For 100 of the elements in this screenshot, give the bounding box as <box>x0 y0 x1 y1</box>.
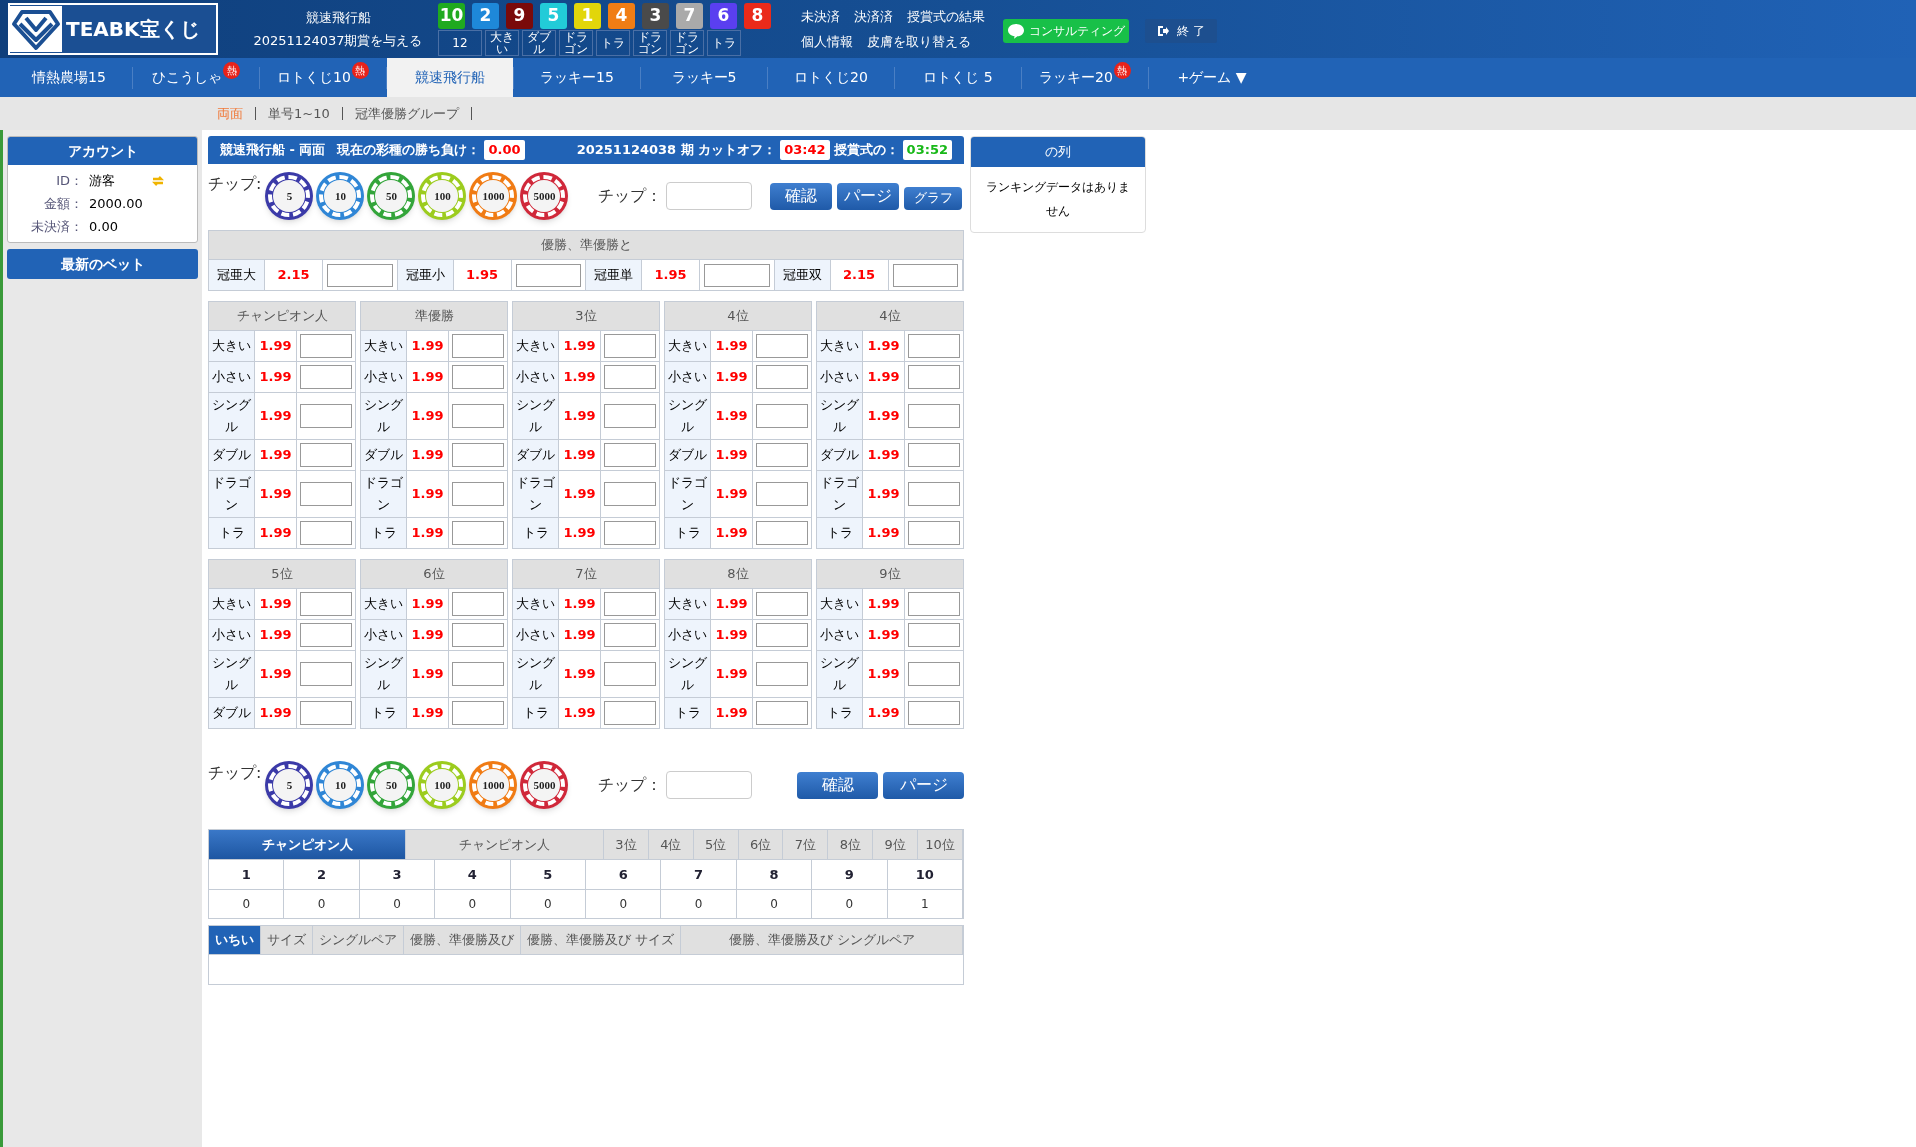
bet-amount-field[interactable] <box>908 404 960 428</box>
trend-tab[interactable]: 優勝、準優勝及び <box>404 926 521 954</box>
bet-amount-field[interactable] <box>452 623 504 647</box>
clear-button[interactable]: パージ <box>883 771 964 799</box>
trend-tab[interactable]: いちい <box>209 926 261 954</box>
stats-tab[interactable]: チャンピオン人 <box>406 830 604 859</box>
stats-tab[interactable]: 4位 <box>648 830 694 859</box>
bet-amount-field[interactable] <box>300 334 352 358</box>
bet-amount-field[interactable] <box>756 592 808 616</box>
trend-tab[interactable]: 優勝、準優勝及び サイズ <box>521 926 682 954</box>
bet-amount-field[interactable] <box>908 701 960 725</box>
header-link[interactable]: 皮膚を取り替える <box>867 32 971 52</box>
bet-amount-field[interactable] <box>908 592 960 616</box>
sub-tab[interactable]: 冠準優勝グループ <box>354 103 459 124</box>
chip-token[interactable]: 5000 <box>520 761 569 809</box>
bet-amount-field[interactable] <box>604 521 656 545</box>
bet-amount-field[interactable] <box>756 521 808 545</box>
header-link[interactable]: 未決済 <box>801 6 840 26</box>
game-tab[interactable]: ロトくじ20 <box>768 58 894 97</box>
bet-amount-field[interactable] <box>756 334 808 358</box>
bet-amount-field[interactable] <box>604 662 656 686</box>
stats-tab[interactable]: 6位 <box>738 830 784 859</box>
chip-token[interactable]: 50 <box>367 172 416 220</box>
bet-amount-field[interactable] <box>604 592 656 616</box>
stats-tab[interactable]: チャンピオン人 <box>209 830 407 859</box>
bet-amount-field[interactable] <box>756 701 808 725</box>
trend-tab[interactable]: シングルペア <box>313 926 404 954</box>
bet-amount-field[interactable] <box>452 482 504 506</box>
bet-amount-field[interactable] <box>908 365 960 389</box>
bet-amount-field[interactable] <box>704 263 770 287</box>
bet-amount-field[interactable] <box>452 521 504 545</box>
bet-amount-field[interactable] <box>300 662 352 686</box>
bet-amount-field[interactable] <box>756 365 808 389</box>
bet-amount-field[interactable] <box>300 592 352 616</box>
bet-amount-field[interactable] <box>604 623 656 647</box>
bet-amount-field[interactable] <box>908 521 960 545</box>
logout-button[interactable]: 終 了 <box>1145 19 1217 43</box>
bet-amount-field[interactable] <box>300 521 352 545</box>
chip-token[interactable]: 50 <box>367 761 416 809</box>
header-link[interactable]: 授賞式の結果 <box>907 6 985 26</box>
refresh-icon[interactable] <box>151 173 165 188</box>
bet-amount-field[interactable] <box>892 263 958 287</box>
bet-amount-field[interactable] <box>300 404 352 428</box>
game-tab[interactable]: 情熱農場15 <box>6 58 132 97</box>
header-link[interactable]: 決済済 <box>854 6 893 26</box>
chip-token[interactable]: 100 <box>418 172 467 220</box>
clear-button[interactable]: パージ <box>837 182 900 210</box>
latest-bets-button[interactable]: 最新のベット <box>7 249 198 279</box>
bet-amount-field[interactable] <box>908 662 960 686</box>
bet-amount-field[interactable] <box>515 263 581 287</box>
bet-amount-field[interactable] <box>452 365 504 389</box>
bet-amount-field[interactable] <box>300 443 352 467</box>
chip-token[interactable]: 5 <box>265 172 314 220</box>
game-tab[interactable]: ラッキー20 熱 <box>1022 58 1148 97</box>
bet-amount-field[interactable] <box>604 443 656 467</box>
bet-amount-field[interactable] <box>452 334 504 358</box>
bet-amount-field[interactable] <box>756 482 808 506</box>
bet-amount-field[interactable] <box>300 482 352 506</box>
bet-amount-field[interactable] <box>908 443 960 467</box>
game-tab[interactable]: ひこうしゃ 熱 <box>133 58 259 97</box>
bet-amount-field[interactable] <box>300 365 352 389</box>
game-tab[interactable]: +ゲーム ▼ <box>1149 58 1275 97</box>
stats-tab[interactable]: 7位 <box>783 830 829 859</box>
bet-amount-field[interactable] <box>452 404 504 428</box>
bet-amount-field[interactable] <box>300 701 352 725</box>
bet-amount-field[interactable] <box>604 404 656 428</box>
bet-amount-field[interactable] <box>327 263 393 287</box>
graph-button[interactable]: グラフ <box>904 186 963 210</box>
chip-amount-field[interactable] <box>666 771 753 799</box>
bet-amount-field[interactable] <box>452 592 504 616</box>
chip-token[interactable]: 1000 <box>469 172 518 220</box>
chip-token[interactable]: 5 <box>265 761 314 809</box>
bet-amount-field[interactable] <box>756 662 808 686</box>
game-tab[interactable]: ロトくじ10 熱 <box>260 58 386 97</box>
bet-amount-field[interactable] <box>756 623 808 647</box>
chip-token[interactable]: 10 <box>316 761 365 809</box>
trend-tab[interactable]: 優勝、準優勝及び シングルペア <box>681 926 963 954</box>
bet-amount-field[interactable] <box>756 404 808 428</box>
confirm-button[interactable]: 確認 <box>797 771 879 799</box>
stats-tab[interactable]: 8位 <box>828 830 874 859</box>
bet-amount-field[interactable] <box>604 701 656 725</box>
bet-amount-field[interactable] <box>452 443 504 467</box>
confirm-button[interactable]: 確認 <box>770 182 833 210</box>
bet-amount-field[interactable] <box>604 365 656 389</box>
sub-tab[interactable]: 単号1~10 <box>268 103 330 124</box>
bet-amount-field[interactable] <box>756 443 808 467</box>
header-link[interactable]: 個人情報 <box>801 32 853 52</box>
bet-amount-field[interactable] <box>908 482 960 506</box>
game-tab[interactable]: ラッキー5 <box>641 58 767 97</box>
bet-amount-field[interactable] <box>452 701 504 725</box>
game-tab[interactable]: ラッキー15 <box>514 58 640 97</box>
trend-tab[interactable]: サイズ <box>261 926 313 954</box>
chip-token[interactable]: 100 <box>418 761 467 809</box>
stats-tab[interactable]: 3位 <box>603 830 649 859</box>
chip-token[interactable]: 1000 <box>469 761 518 809</box>
chip-amount-field[interactable] <box>666 182 753 210</box>
logo[interactable]: TEABK宝くじ <box>8 3 218 55</box>
bet-amount-field[interactable] <box>908 334 960 358</box>
stats-tab[interactable]: 9位 <box>873 830 919 859</box>
bet-amount-field[interactable] <box>300 623 352 647</box>
